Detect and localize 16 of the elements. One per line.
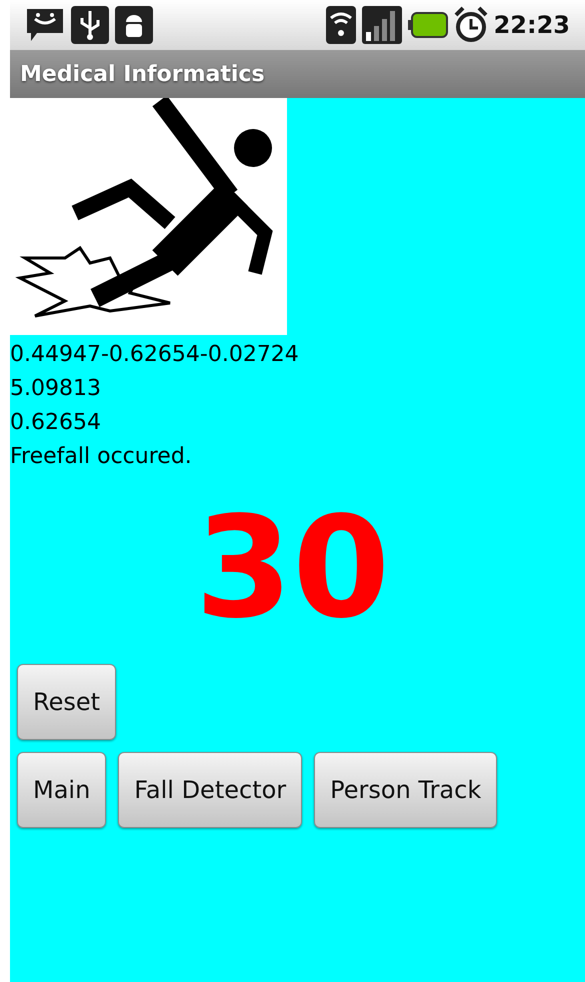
- fall-counter: 30: [195, 494, 390, 644]
- battery-icon: [408, 12, 448, 38]
- reading-text: 0.62654: [10, 409, 102, 437]
- reading-text: 0.44947-0.62654-0.02724: [10, 341, 300, 369]
- nav-button[interactable]: Person Track: [314, 752, 498, 828]
- wifi-icon: [326, 6, 356, 44]
- usb-icon: [71, 6, 109, 44]
- reset-button[interactable]: Reset: [17, 664, 116, 740]
- nav-button[interactable]: Main: [17, 752, 106, 828]
- reading-text: 5.09813: [10, 375, 102, 403]
- nav-button[interactable]: Fall Detector: [118, 752, 302, 828]
- signal-icon: [362, 6, 402, 44]
- reading-text: Freefall occured.: [10, 443, 193, 471]
- alarm-clock-icon: [454, 6, 488, 44]
- status-time: 22:23: [494, 10, 570, 41]
- app-title: Medical Informatics: [20, 60, 265, 88]
